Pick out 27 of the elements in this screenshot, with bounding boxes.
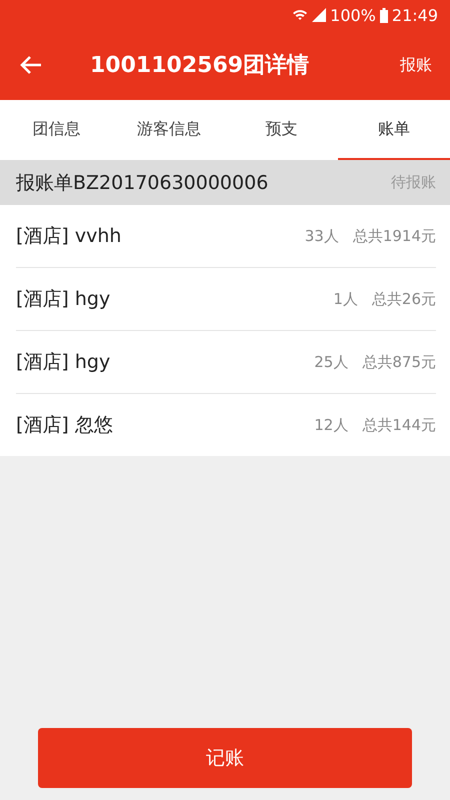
reimburse-button[interactable]: 报账	[396, 50, 436, 80]
people-count: 1人	[333, 290, 358, 308]
clock: 21:49	[392, 6, 438, 24]
people-count: 12人	[314, 416, 348, 434]
back-icon[interactable]	[20, 55, 42, 75]
signal-icon	[312, 8, 326, 22]
item-total: 总共875元	[362, 352, 436, 372]
bill-item[interactable]: [酒店] vvhh 33人 总共1914元	[16, 205, 436, 268]
wifi-icon	[292, 8, 308, 22]
people-count: 33人	[304, 226, 339, 246]
battery-icon	[380, 8, 388, 22]
bill-status: 待报账	[391, 173, 436, 192]
page-title: 1001102569团详情	[90, 52, 310, 80]
item-name: [酒店] hgy	[16, 287, 112, 312]
battery-level: 100%	[330, 6, 376, 24]
item-name: [酒店] hgy	[16, 350, 112, 375]
record-button[interactable]: 记账	[38, 728, 412, 788]
item-total: 总共144元	[362, 416, 436, 434]
item-name: [酒店] 忽悠	[16, 413, 114, 438]
item-name: [酒店] vvhh	[16, 224, 122, 249]
people-count: 25人	[314, 352, 348, 372]
bill-item[interactable]: [酒店] hgy 1人 总共26元	[16, 268, 436, 331]
item-total: 总共26元	[372, 290, 436, 308]
bill-item[interactable]: [酒店] 忽悠 12人 总共144元	[16, 394, 436, 456]
item-total: 总共1914元	[352, 226, 436, 246]
bill-item[interactable]: [酒店] hgy 25人 总共875元	[16, 331, 436, 394]
bill-number: 报账单BZ20170630000006	[16, 170, 268, 196]
